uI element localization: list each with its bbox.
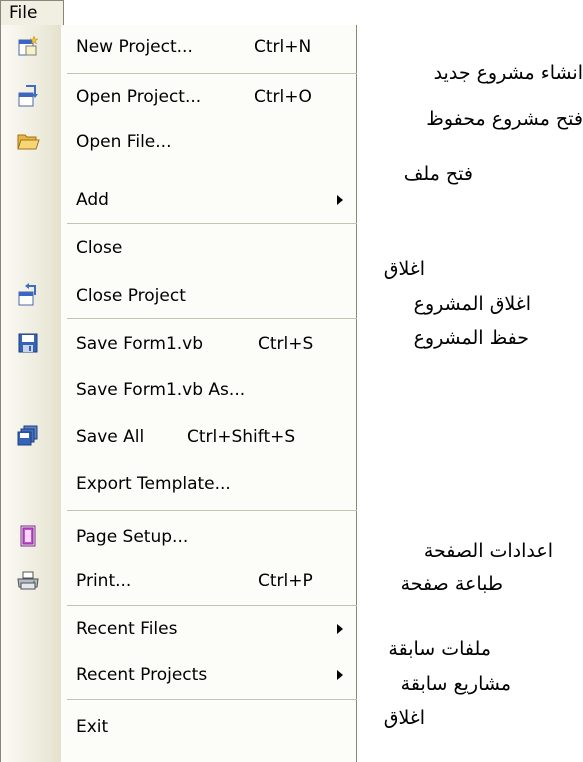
menu-item-shortcut: Ctrl+Shift+S — [187, 427, 296, 447]
menu-item-label: Add — [76, 190, 109, 210]
menu-item-label: Close — [76, 238, 123, 258]
file-menu-title[interactable]: File — [0, 0, 64, 25]
annotation-exit: اغلاق — [383, 707, 425, 729]
save-all-icon — [17, 425, 38, 446]
submenu-arrow-icon — [337, 195, 343, 205]
annotation-page-setup: اعدادات الصفحة — [423, 540, 553, 562]
annotation-open-file: فتح ملف — [403, 163, 473, 185]
menu-item-label: Exit — [76, 717, 109, 737]
menu-item-save-as[interactable]: Save Form1.vb As... — [1, 368, 357, 412]
printer-icon — [17, 571, 39, 590]
menu-separator — [67, 605, 357, 606]
menu-item-print[interactable]: Print... Ctrl+P — [1, 559, 357, 603]
menu-separator — [67, 318, 357, 319]
menu-item-recent-projects[interactable]: Recent Projects — [1, 653, 357, 697]
menu-item-label: Print... — [76, 571, 132, 591]
menu-item-label: Save Form1.vb As... — [76, 380, 246, 400]
menu-separator — [67, 73, 357, 74]
menu-item-open-file[interactable]: Open File... — [1, 120, 357, 164]
menu-item-close[interactable]: Close — [1, 226, 357, 270]
open-folder-icon — [17, 134, 40, 150]
save-disk-icon — [18, 333, 38, 353]
submenu-arrow-icon — [337, 624, 343, 634]
file-menu-dropdown: New Project... Ctrl+N Open Project... Ct… — [0, 25, 357, 762]
menu-item-label: Page Setup... — [76, 527, 189, 547]
menu-item-page-setup[interactable]: Page Setup... — [1, 515, 357, 559]
annotation-recent-projects: مشاريع سابقة — [400, 673, 511, 695]
menu-item-label: Open Project... — [76, 87, 202, 107]
page-setup-icon — [20, 525, 36, 547]
menu-item-recent-files[interactable]: Recent Files — [1, 607, 357, 651]
menu-separator — [67, 510, 357, 511]
menu-item-label: New Project... — [76, 37, 193, 57]
menu-item-label: Export Template... — [76, 474, 231, 494]
menu-item-close-project[interactable]: Close Project — [1, 274, 357, 318]
annotation-close-project: اغلاق المشروع — [413, 293, 531, 315]
open-project-icon — [18, 85, 38, 107]
menu-item-label: Save Form1.vb — [76, 334, 204, 354]
annotation-save-project: حفظ المشروع — [413, 327, 529, 349]
menu-item-shortcut: Ctrl+O — [254, 87, 312, 107]
menu-item-label: Close Project — [76, 286, 186, 306]
menu-item-export-template[interactable]: Export Template... — [1, 462, 357, 506]
menu-item-shortcut: Ctrl+S — [258, 334, 314, 354]
menu-item-add[interactable]: Add — [1, 178, 357, 222]
annotation-open-project: فتح مشروع محفوظ — [426, 108, 583, 130]
annotation-close: اغلاق — [383, 258, 425, 280]
annotation-recent-files: ملفات سابقة — [388, 638, 491, 660]
menu-item-new-project[interactable]: New Project... Ctrl+N — [1, 25, 357, 69]
menu-item-save[interactable]: Save Form1.vb Ctrl+S — [1, 322, 357, 366]
menu-separator — [67, 223, 357, 224]
menu-item-label: Recent Files — [76, 619, 178, 639]
new-project-icon — [18, 35, 39, 56]
close-project-icon — [18, 283, 36, 306]
annotation-print: طباعة صفحة — [400, 573, 503, 595]
menu-item-shortcut: Ctrl+N — [254, 37, 312, 57]
menu-item-label: Open File... — [76, 132, 172, 152]
menu-item-shortcut: Ctrl+P — [258, 571, 313, 591]
menu-item-exit[interactable]: Exit — [1, 705, 357, 749]
menu-separator — [67, 699, 357, 700]
menu-item-label: Save All — [76, 427, 145, 447]
submenu-arrow-icon — [337, 670, 343, 680]
menu-item-open-project[interactable]: Open Project... Ctrl+O — [1, 75, 357, 119]
annotation-new-project: انشاء مشروع جديد — [433, 62, 583, 84]
menu-item-save-all[interactable]: Save All Ctrl+Shift+S — [1, 415, 357, 459]
menu-item-label: Recent Projects — [76, 665, 208, 685]
